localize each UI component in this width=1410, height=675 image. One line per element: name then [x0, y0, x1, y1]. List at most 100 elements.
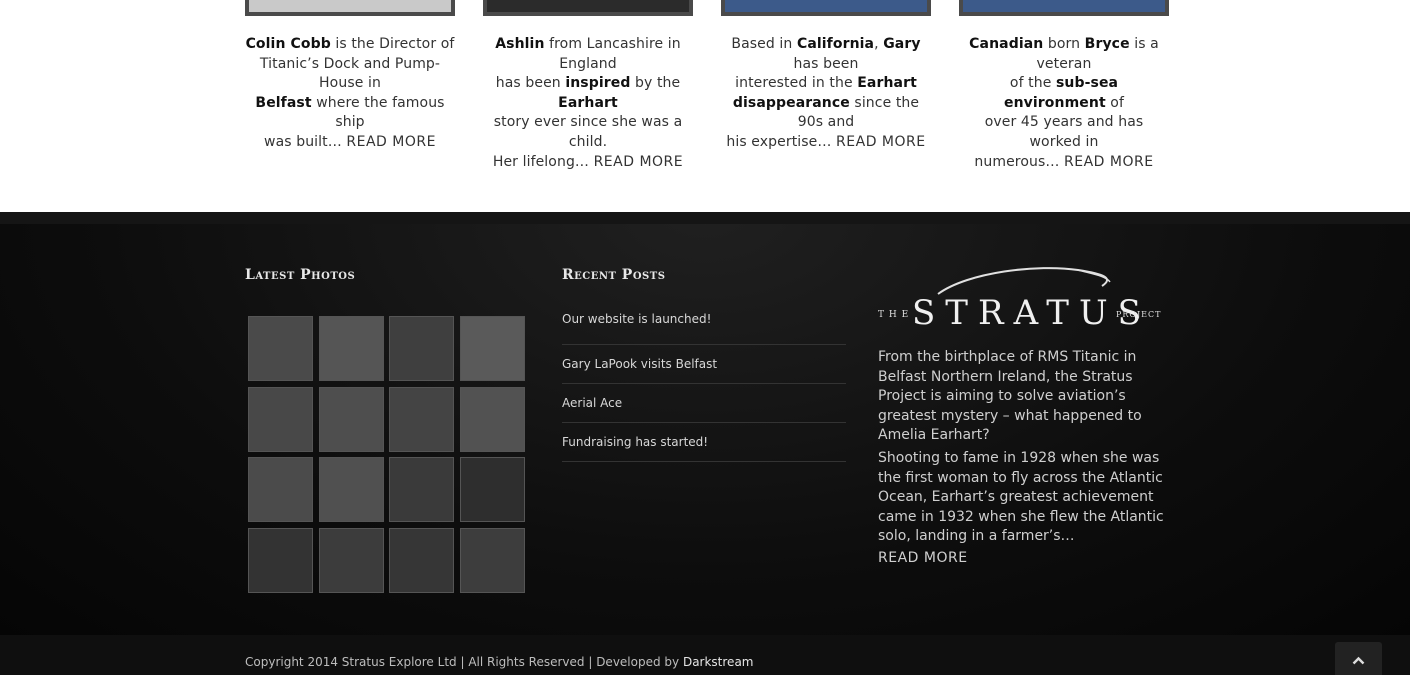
bio-line: Canadian born Bryce is a veteran [959, 35, 1169, 74]
copyright-text: Copyright 2014 Stratus Explore Ltd | All… [245, 655, 753, 669]
read-more-link[interactable]: READ MORE [836, 134, 926, 150]
chevron-up-icon [1352, 656, 1365, 665]
team-section: Colin Cobb is the Director of Titanic’s D… [0, 0, 1410, 212]
gallery-photo[interactable] [318, 316, 384, 381]
bio-text: story ever since she was a child. [493, 114, 683, 150]
bio-highlight: California [796, 36, 875, 52]
post-link[interactable]: Gary LaPook visits Belfast [562, 345, 846, 384]
team-member-colin: Colin Cobb is the Director of Titanic’s D… [245, 0, 455, 153]
bio-text: is the Director of [330, 36, 455, 52]
about-paragraph-2: Shooting to fame in 1928 when she was th… [878, 450, 1164, 545]
team-member-bryce: Canadian born Bryce is a veteran of the s… [959, 0, 1169, 172]
gallery-photo[interactable] [389, 386, 454, 452]
bio-text: interested in the [735, 75, 858, 92]
about-read-more-link[interactable]: READ MORE [878, 550, 968, 566]
team-member-gary: Based in California, Gary has been intere… [721, 0, 931, 153]
bio-highlight: Canadian [969, 36, 1044, 52]
gallery-photo[interactable] [248, 316, 313, 381]
team-member-ashlin: Ashlin from Lancashire in England has bee… [483, 0, 693, 172]
team-photo[interactable] [959, 0, 1169, 16]
bio-highlight: disappearance [732, 94, 850, 111]
gallery-photo[interactable] [389, 527, 454, 593]
post-link[interactable]: Our website is launched! [562, 306, 846, 345]
bio-text: Her lifelong… [492, 153, 594, 170]
team-photo[interactable] [721, 0, 931, 16]
copyright-bar: Copyright 2014 Stratus Explore Ltd | All… [0, 635, 1410, 675]
bio-text: by the [630, 75, 681, 92]
post-link[interactable]: Aerial Ace [562, 384, 846, 423]
gallery-photo[interactable] [459, 386, 525, 452]
gallery-photo[interactable] [248, 386, 313, 452]
bio-text: where the famous ship [311, 94, 445, 131]
bio-highlight: Ashlin [495, 36, 545, 52]
team-bio: Based in California, Gary has been intere… [721, 16, 931, 153]
bio-line: Titanic’s Dock and Pump-House in [245, 55, 455, 94]
footer-divider [0, 212, 1410, 224]
about-paragraph-1: From the birthplace of RMS Titanic in Be… [878, 349, 1142, 444]
bio-line: his expertise… READ MORE [721, 133, 931, 153]
team-bio: Colin Cobb is the Director of Titanic’s D… [245, 16, 455, 153]
bio-text: has been [793, 55, 859, 72]
logo-the-text: T H E [878, 310, 909, 320]
bio-highlight: Earhart [558, 94, 618, 111]
developer-link[interactable]: Darkstream [683, 655, 754, 669]
bio-highlight: Gary [883, 36, 921, 52]
bio-line: interested in the Earhart [721, 74, 931, 94]
bio-text: Based in [731, 36, 797, 52]
bio-text: from Lancashire in England [544, 36, 681, 72]
team-bio: Ashlin from Lancashire in England has bee… [483, 16, 693, 172]
gallery-photo[interactable] [318, 527, 384, 593]
bio-highlight: Belfast [255, 94, 312, 111]
recent-posts-heading: Recent Posts [562, 267, 666, 283]
post-link[interactable]: Fundraising has started! [562, 423, 846, 462]
latest-photos-heading: Latest Photos [245, 267, 356, 283]
bio-text: of [1105, 94, 1124, 111]
bio-line: over 45 years and has worked in [959, 113, 1169, 152]
back-to-top-button[interactable] [1335, 642, 1382, 675]
bio-line: Belfast where the famous ship [245, 94, 455, 133]
bio-text: Titanic’s Dock and Pump-House in [259, 55, 441, 92]
bio-line: disappearance since the 90s and [721, 94, 931, 133]
team-bio: Canadian born Bryce is a veteran of the s… [959, 16, 1169, 172]
gallery-photo[interactable] [248, 457, 313, 522]
bio-highlight: Colin Cobb [245, 36, 331, 52]
bio-text: numerous… [974, 153, 1065, 170]
bio-line: Her lifelong… READ MORE [483, 153, 693, 173]
bio-highlight: Earhart [857, 75, 917, 92]
bio-text: of the [1009, 75, 1056, 92]
bio-line: Colin Cobb is the Director of [245, 35, 455, 55]
gallery-photo[interactable] [459, 457, 525, 522]
bio-line: was built… READ MORE [245, 133, 455, 153]
team-photo[interactable] [483, 0, 693, 16]
bio-text: his expertise… [726, 133, 837, 150]
bio-highlight: inspired [565, 75, 631, 92]
gallery-photo[interactable] [318, 386, 384, 452]
gallery-photo[interactable] [248, 527, 313, 593]
stratus-project-logo[interactable]: T H E STRATUS PROJECT [878, 266, 1164, 326]
read-more-link[interactable]: READ MORE [594, 154, 684, 170]
read-more-link[interactable]: READ MORE [346, 134, 436, 150]
gallery-photo[interactable] [459, 527, 525, 593]
gallery-photo[interactable] [318, 457, 384, 522]
gallery-photo[interactable] [389, 457, 454, 522]
bio-line: story ever since she was a child. [483, 113, 693, 152]
bio-line: Based in California, Gary has been [721, 35, 931, 74]
bio-line: numerous… READ MORE [959, 153, 1169, 173]
bio-text: born [1043, 36, 1085, 52]
bio-line: of the sub-sea environment of [959, 74, 1169, 113]
team-photo[interactable] [245, 0, 455, 16]
copyright-label: Copyright 2014 Stratus Explore Ltd | All… [245, 655, 683, 669]
bio-text: over 45 years and has worked in [984, 114, 1144, 150]
bio-text: was built… [264, 133, 347, 150]
read-more-link[interactable]: READ MORE [1064, 154, 1154, 170]
bio-line: has been inspired by the Earhart [483, 74, 693, 113]
gallery-photo[interactable] [389, 316, 454, 381]
footer: Latest Photos Recent Posts Our website i… [0, 212, 1410, 635]
recent-posts-list: Our website is launched! Gary LaPook vis… [562, 306, 846, 462]
bio-line: Ashlin from Lancashire in England [483, 35, 693, 74]
bio-text: , [874, 36, 884, 52]
logo-project-text: PROJECT [1116, 310, 1161, 319]
gallery-photo[interactable] [459, 316, 525, 381]
bio-text: has been [495, 75, 566, 92]
bio-highlight: Bryce [1084, 36, 1130, 52]
